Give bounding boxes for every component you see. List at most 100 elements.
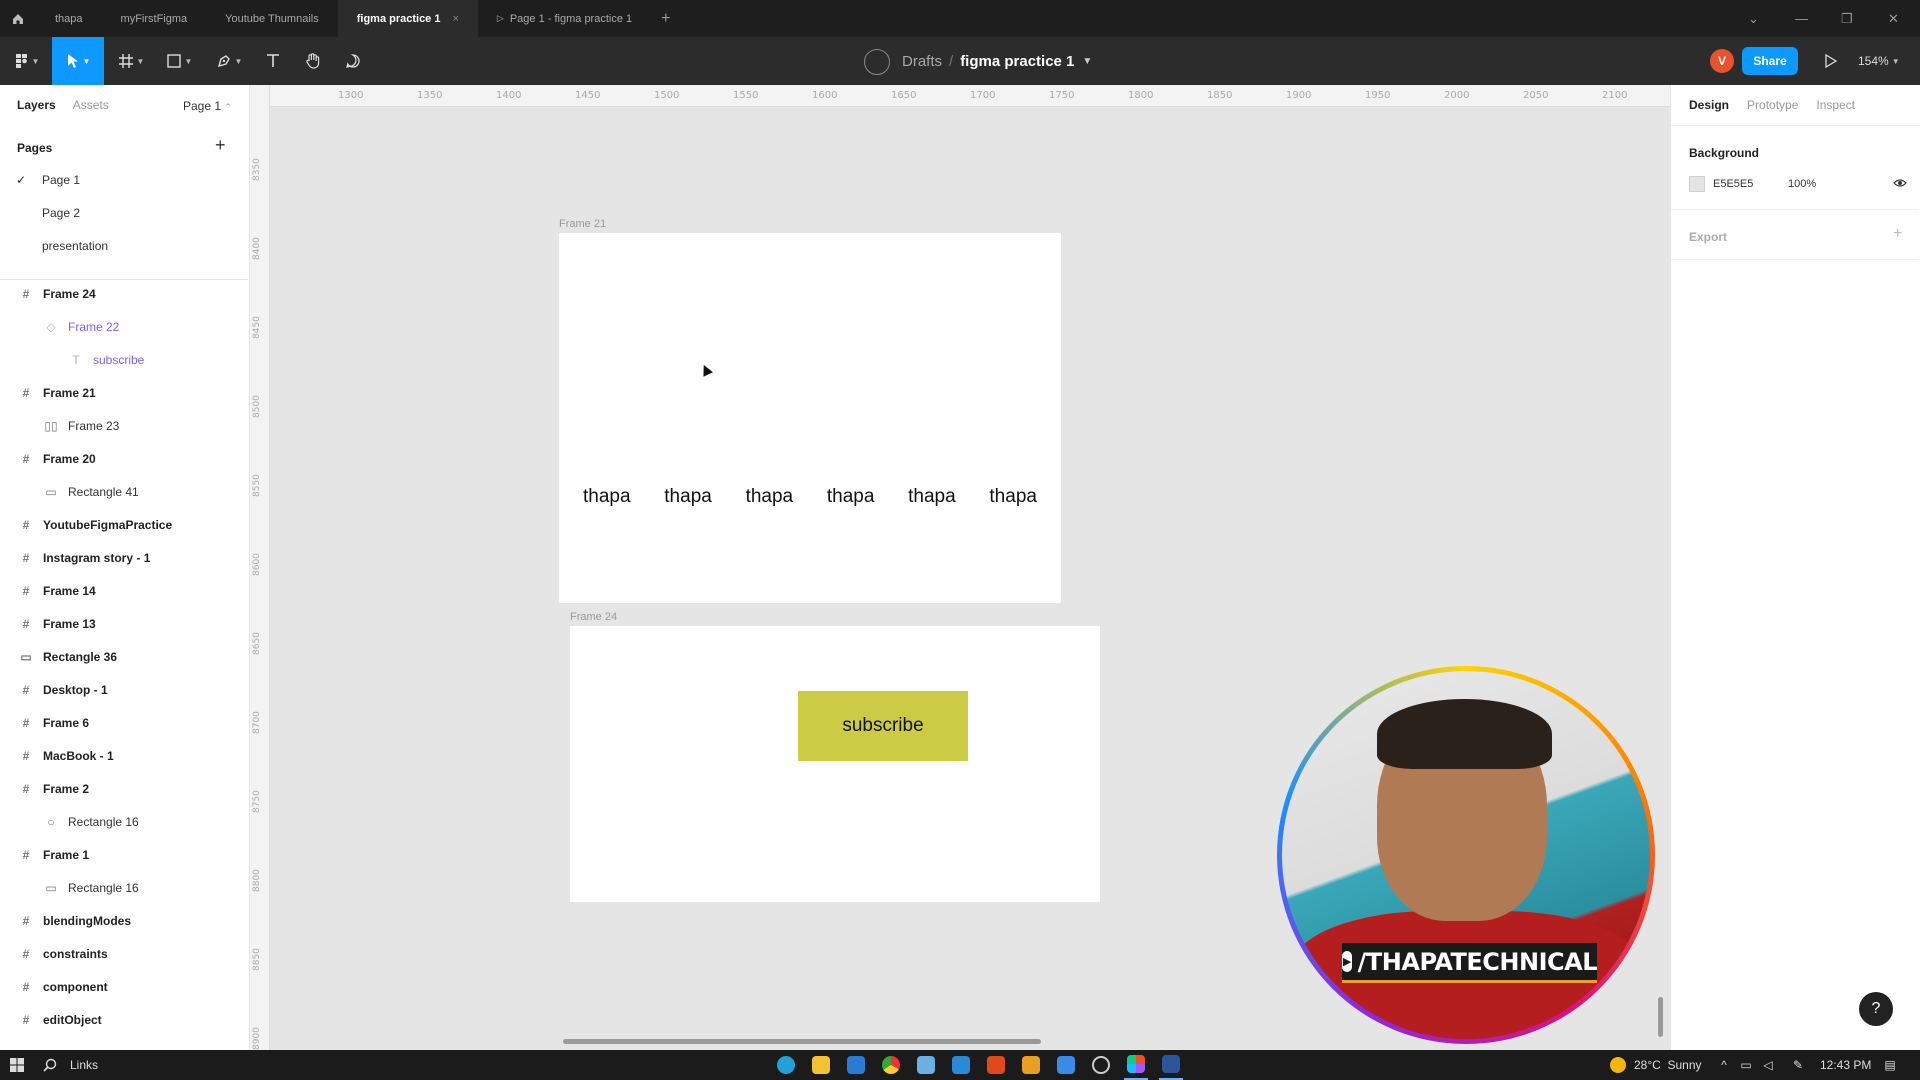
page-item-page-2[interactable]: Page 2 <box>0 196 248 229</box>
vscode-icon[interactable] <box>949 1050 973 1080</box>
app-icon[interactable] <box>1054 1050 1078 1080</box>
user-avatar-icon[interactable] <box>864 49 890 75</box>
zoom-dropdown[interactable]: 154% ▼ <box>1858 37 1900 85</box>
layer-item[interactable]: # Frame 14 <box>0 574 248 607</box>
file-name[interactable]: figma practice 1 <box>960 53 1074 70</box>
layer-item[interactable]: # MacBook - 1 <box>0 739 248 772</box>
notifications-icon[interactable]: ▤ <box>1880 1050 1900 1080</box>
add-export-icon[interactable]: + <box>1893 225 1902 243</box>
layer-item[interactable]: # constraints <box>0 937 248 970</box>
tab-layers[interactable]: Layers <box>17 98 56 112</box>
layer-item[interactable]: # blendingModes <box>0 904 248 937</box>
weather-icon[interactable] <box>1608 1050 1628 1080</box>
tab-assets[interactable]: Assets <box>73 98 109 112</box>
mail-icon[interactable] <box>844 1050 868 1080</box>
search-icon[interactable] <box>40 1050 60 1080</box>
layer-item[interactable]: # Frame 13 <box>0 607 248 640</box>
background-color-swatch[interactable] <box>1689 176 1705 192</box>
layer-item[interactable]: # Frame 6 <box>0 706 248 739</box>
app-icon[interactable] <box>1019 1050 1043 1080</box>
layer-item[interactable]: # component <box>0 970 248 1003</box>
page-item-page-1[interactable]: ✓ Page 1 <box>0 163 248 196</box>
layer-item[interactable]: # Frame 1 <box>0 838 248 871</box>
restore-icon[interactable]: ❐ <box>1841 0 1853 37</box>
chevron-down-icon[interactable]: ▼ <box>1082 56 1092 67</box>
thapa-text[interactable]: thapa <box>664 486 712 508</box>
clock-app-icon[interactable] <box>1089 1050 1113 1080</box>
clock-time[interactable]: 12:43 PM <box>1820 1050 1871 1080</box>
chrome-icon[interactable] <box>879 1050 903 1080</box>
layer-item[interactable]: ◇ Frame 22 <box>0 310 248 343</box>
tab-prototype[interactable]: Prototype <box>1747 98 1798 112</box>
thapa-text[interactable]: thapa <box>746 486 794 508</box>
layer-item[interactable]: ▭ Rectangle 16 <box>0 871 248 904</box>
edge-icon[interactable] <box>774 1050 798 1080</box>
layer-item[interactable]: ▯▯ Frame 23 <box>0 409 248 442</box>
layer-item[interactable]: # editObject <box>0 1003 248 1036</box>
tab-inspect[interactable]: Inspect <box>1816 98 1855 112</box>
frame-24-label[interactable]: Frame 24 <box>570 611 617 623</box>
network-icon[interactable]: ▭ <box>1738 1050 1754 1080</box>
subscribe-component[interactable]: subscribe <box>798 691 968 761</box>
office-icon[interactable] <box>984 1050 1008 1080</box>
add-page-icon[interactable]: + <box>215 135 226 156</box>
word-icon[interactable] <box>1159 1050 1183 1080</box>
frame-23-autolayout[interactable]: thapa thapa thapa thapa thapa thapa <box>583 486 1037 508</box>
layer-item[interactable]: # Frame 24 <box>0 277 248 310</box>
help-button[interactable]: ? <box>1859 992 1893 1026</box>
layer-item[interactable]: Tsubscribe <box>0 343 248 376</box>
horizontal-scrollbar[interactable] <box>563 1039 1041 1044</box>
tab-design[interactable]: Design <box>1689 98 1729 112</box>
figma-app-icon[interactable] <box>1124 1050 1148 1080</box>
volume-icon[interactable]: ◁ <box>1760 1050 1776 1080</box>
page-item-presentation[interactable]: presentation <box>0 229 248 262</box>
layer-item[interactable]: # YoutubeFigmaPractice <box>0 508 248 541</box>
hand-tool-icon[interactable] <box>298 37 328 85</box>
frame-21[interactable]: thapa thapa thapa thapa thapa thapa <box>559 233 1061 603</box>
avatar[interactable]: V <box>1710 49 1734 73</box>
eye-icon[interactable] <box>1893 175 1907 191</box>
layer-item[interactable]: # Frame 21 <box>0 376 248 409</box>
tab-myfirstfigma[interactable]: myFirstFigma <box>102 0 207 37</box>
pen-icon[interactable]: ✎ <box>1790 1050 1806 1080</box>
layer-item[interactable]: # Frame 20 <box>0 442 248 475</box>
background-hex-field[interactable]: E5E5E5 <box>1713 178 1753 190</box>
layer-item[interactable]: ▭ Rectangle 41 <box>0 475 248 508</box>
layer-item[interactable]: # Instagram story - 1 <box>0 541 248 574</box>
vertical-scrollbar[interactable] <box>1658 997 1663 1037</box>
weather-text[interactable]: 28°C Sunny <box>1634 1050 1702 1080</box>
subscribe-text[interactable]: subscribe <box>842 715 923 737</box>
figma-menu-icon[interactable]: ▼ <box>8 37 46 85</box>
move-tool-icon[interactable]: ▼ <box>52 37 104 85</box>
thapa-text[interactable]: thapa <box>989 486 1037 508</box>
chevron-down-icon[interactable]: ⌄ <box>1748 0 1759 37</box>
text-tool-icon[interactable] <box>258 37 288 85</box>
new-tab-button[interactable]: + <box>651 10 680 28</box>
windows-start-icon[interactable] <box>6 1050 28 1080</box>
tab-thapa[interactable]: thapa <box>36 0 102 37</box>
file-explorer-icon[interactable] <box>809 1050 833 1080</box>
close-tab-icon[interactable]: × <box>452 13 458 25</box>
thapa-text[interactable]: thapa <box>908 486 956 508</box>
minimize-icon[interactable]: — <box>1795 0 1808 37</box>
background-opacity-field[interactable]: 100% <box>1788 178 1816 190</box>
frame-21-label[interactable]: Frame 21 <box>559 218 606 230</box>
frame-tool-icon[interactable]: ▼ <box>112 37 150 85</box>
tray-chevron-up-icon[interactable]: ^ <box>1716 1050 1732 1080</box>
tab-prototype-page-1[interactable]: ▷ Page 1 - figma practice 1 <box>478 0 651 37</box>
home-icon[interactable] <box>0 0 36 37</box>
frame-24[interactable]: subscribe <box>570 626 1100 902</box>
tab-figma-practice-1[interactable]: figma practice 1 × <box>337 0 478 37</box>
layer-item[interactable]: # Frame 2 <box>0 772 248 805</box>
taskbar-search-label[interactable]: Links <box>70 1050 98 1080</box>
app-icon[interactable] <box>914 1050 938 1080</box>
share-button[interactable]: Share <box>1742 47 1798 75</box>
comment-tool-icon[interactable] <box>338 37 368 85</box>
breadcrumb-drafts[interactable]: Drafts <box>902 53 942 70</box>
close-window-icon[interactable]: ✕ <box>1888 0 1899 37</box>
present-icon[interactable] <box>1816 37 1846 85</box>
thapa-text[interactable]: thapa <box>827 486 875 508</box>
tab-youtube-thumnails[interactable]: Youtube Thumnails <box>206 0 338 37</box>
thapa-text[interactable]: thapa <box>583 486 631 508</box>
layer-item[interactable]: ○ Rectangle 16 <box>0 805 248 838</box>
